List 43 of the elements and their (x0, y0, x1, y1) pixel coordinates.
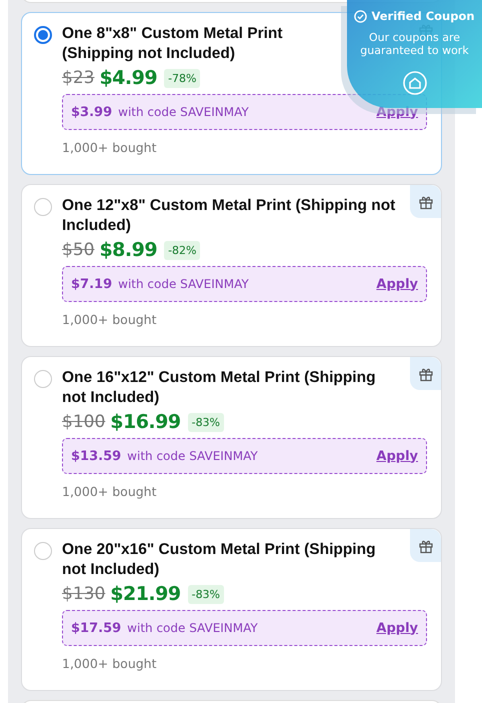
product-card[interactable]: One 12"x8" Custom Metal Print (Shipping not Included) $50 $8.99 -82% $7.19 with code SAVEINMAY Apply 1,000+ bought (21, 184, 442, 347)
discount-badge: -78% (164, 68, 200, 88)
sale-price: $4.99 (99, 67, 158, 89)
original-price: $130 (62, 584, 106, 604)
apply-link[interactable]: Apply (376, 620, 418, 636)
original-price: $100 (62, 412, 106, 432)
discount-badge: -83% (188, 584, 224, 604)
product-title: One 8"x8" Custom Metal Print (Shipping not Included) (62, 24, 284, 64)
coupon-price: $3.99 (71, 104, 112, 120)
coupon-code-text: with code SAVEINMAY (118, 105, 249, 119)
coupon-price: $17.59 (71, 620, 122, 636)
sold-count: 1,000+ bought (62, 312, 158, 327)
coupon-code-text: with code SAVEINMAY (118, 277, 249, 291)
original-price: $23 (62, 68, 94, 88)
check-circle-icon (354, 10, 368, 22)
gift-tab[interactable] (410, 529, 441, 562)
apply-link[interactable]: Apply (376, 448, 418, 464)
product-title: One 20"x16" Custom Metal Print (Shipping not Included) (62, 540, 377, 580)
sale-price: $8.99 (99, 239, 158, 261)
original-price: $50 (62, 240, 94, 260)
home-icon[interactable] (402, 71, 426, 95)
coupon-code-text: with code SAVEINMAY (127, 621, 258, 635)
coupon-price: $7.19 (71, 276, 112, 292)
sale-price: $16.99 (110, 411, 181, 433)
radio-button[interactable] (34, 542, 52, 560)
product-card[interactable]: One 16"x12" Custom Metal Print (Shipping not Included) $100 $16.99 -83% $13.59 with code SAVEINMAY Apply 1,000+ bought (21, 356, 442, 519)
radio-button[interactable] (34, 198, 52, 216)
product-card[interactable]: One 20"x16" Custom Metal Print (Shipping not Included) $130 $21.99 -83% $17.59 with code SAVEINMAY Apply 1,000+ bought (21, 528, 442, 691)
apply-link[interactable]: Apply (376, 276, 418, 292)
discount-badge: -83% (188, 412, 224, 432)
sold-count: 1,000+ bought (62, 656, 158, 671)
sale-price: $21.99 (110, 583, 181, 605)
product-title: One 12"x8" Custom Metal Print (Shipping not Included) (62, 196, 396, 236)
sold-count: 1,000+ bought (62, 484, 158, 499)
coupon-price: $13.59 (71, 448, 122, 464)
product-title: One 16"x12" Custom Metal Print (Shipping not Included) (62, 368, 377, 408)
sold-count: 1,000+ bought (62, 140, 158, 155)
coupon-code-text: with code SAVEINMAY (127, 449, 258, 463)
radio-button[interactable] (34, 370, 52, 388)
discount-badge: -82% (164, 240, 200, 260)
radio-button[interactable] (34, 26, 52, 44)
gift-tab[interactable] (410, 185, 441, 218)
gift-tab[interactable] (410, 357, 441, 390)
